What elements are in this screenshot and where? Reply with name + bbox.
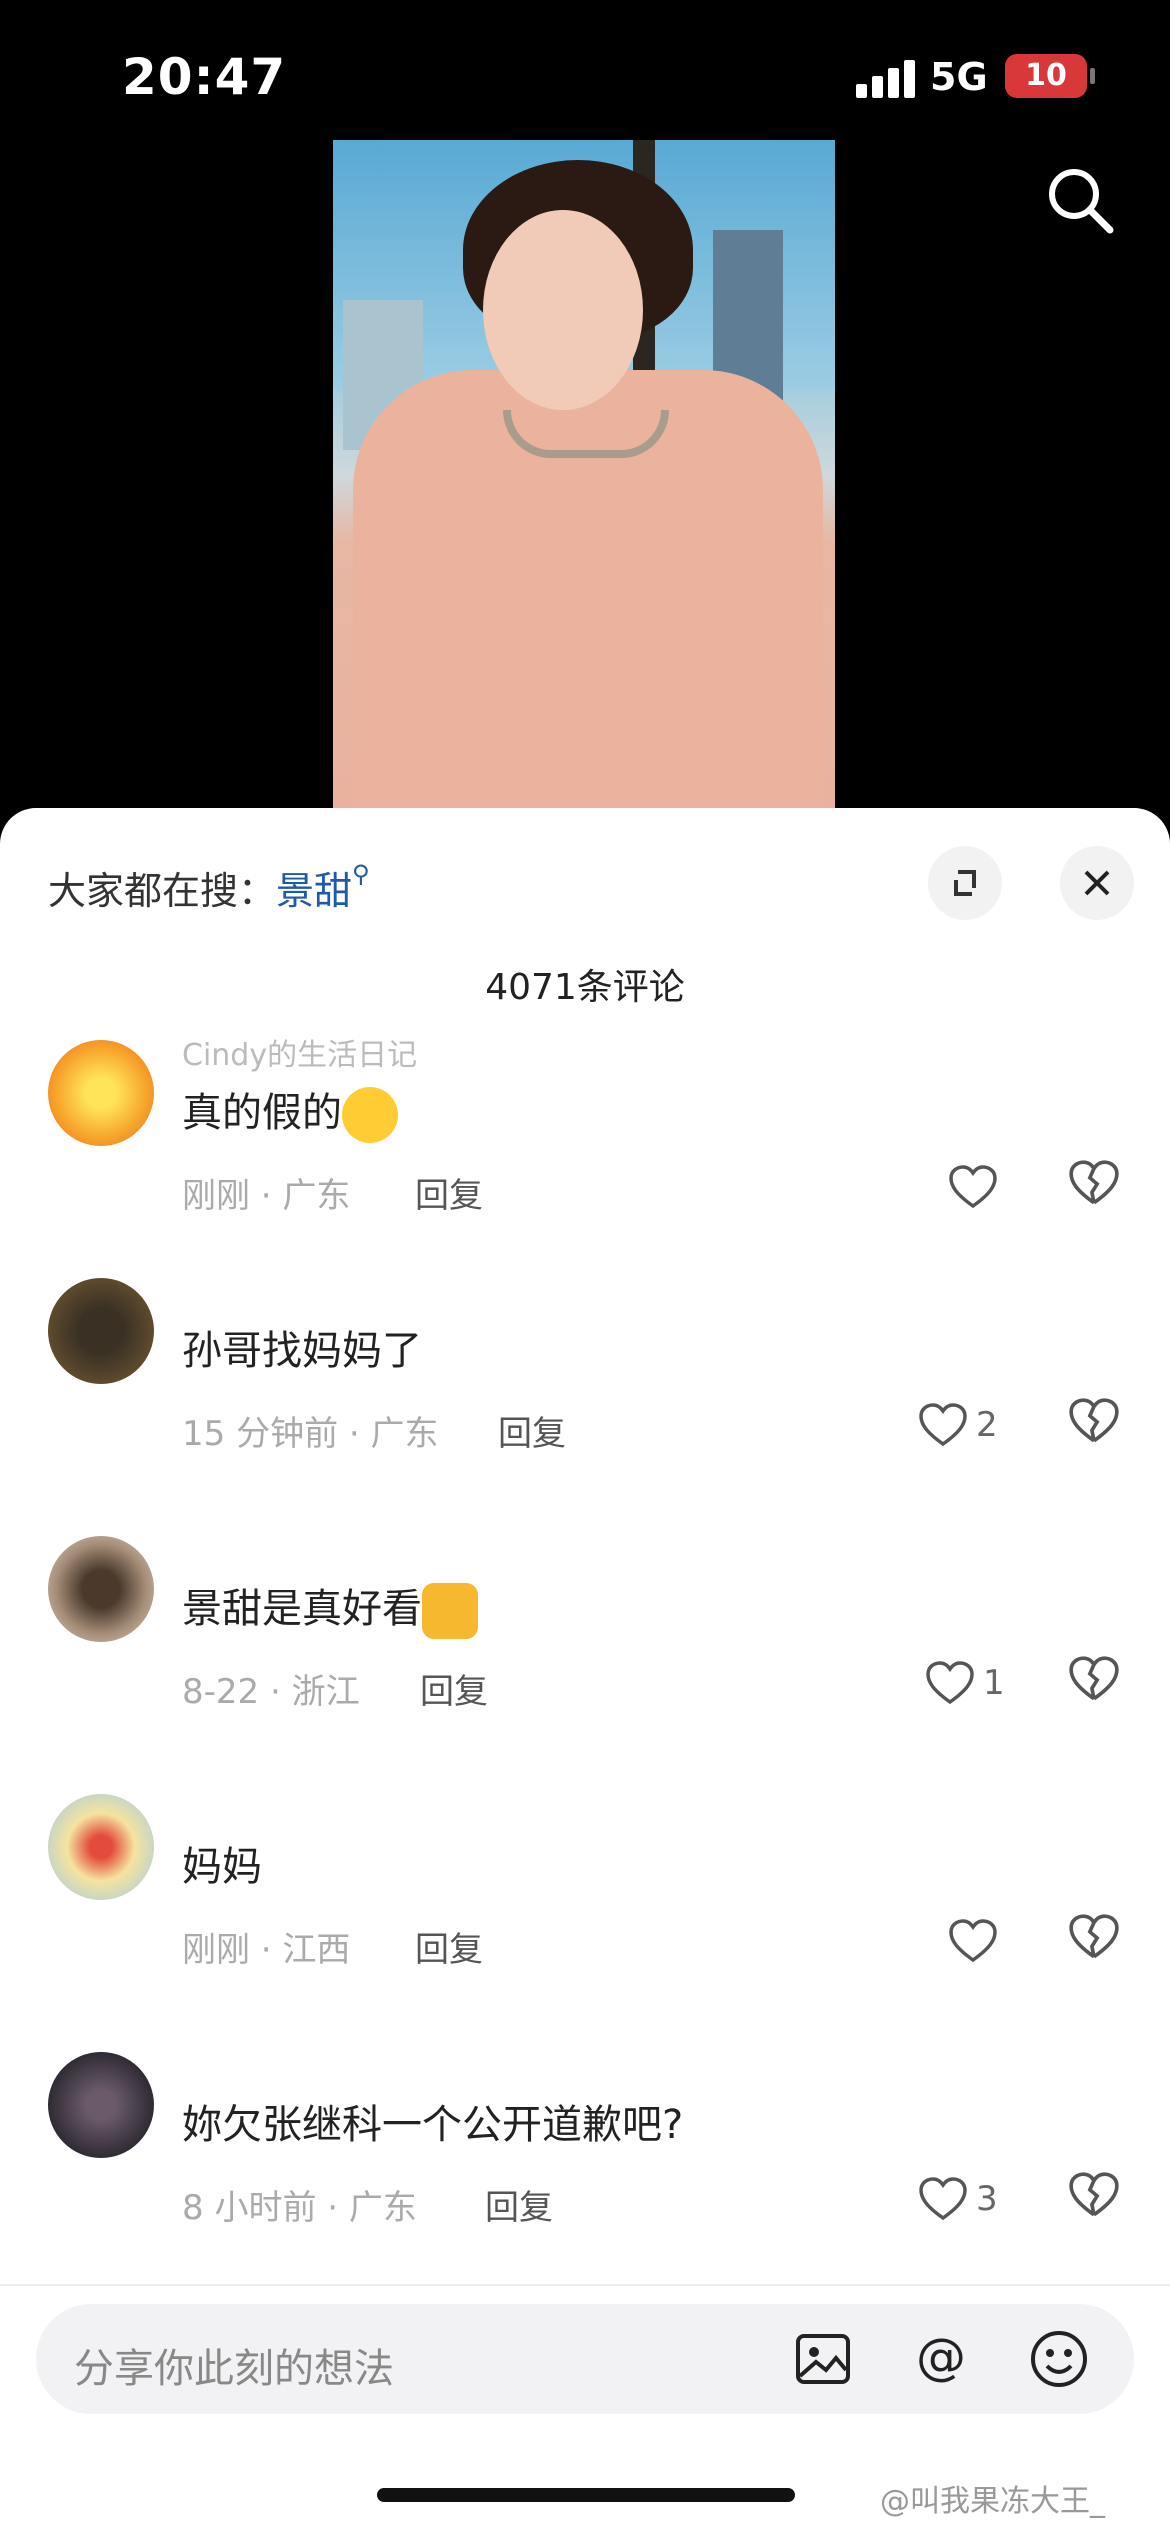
like-button[interactable]: 2 [918, 1390, 998, 1460]
comment-item: 孙哥找妈妈了 15 分钟前 · 广东 回复 2 [0, 1278, 1170, 1508]
dislike-button[interactable] [1068, 1158, 1120, 1208]
comment-author[interactable]: Cindy的生活日记 [182, 1030, 417, 1074]
comment-count: 4071条评论 [485, 967, 685, 1008]
avatar[interactable] [48, 1278, 154, 1384]
comment-text: 真的假的 [182, 1080, 398, 1143]
dislike-button[interactable] [1068, 2170, 1120, 2220]
divider [0, 2284, 1170, 2286]
comment-text: 妳欠张继科一个公开道歉吧? [182, 2102, 684, 2148]
comment-input-placeholder: 分享你此刻的想法 [74, 2346, 394, 2392]
trending-keyword[interactable]: 景甜 [276, 869, 352, 913]
dislike-button[interactable] [1068, 1396, 1120, 1446]
comment-text-content: 真的假的 [182, 1090, 342, 1136]
reply-button[interactable]: 回复 [415, 1168, 483, 1217]
comment-sheet: 大家都在搜：景甜⚲ 4071条评论 Cindy的生活日记 真的假的 刚刚 · 广… [0, 808, 1170, 2532]
like-button[interactable]: 3 [918, 2164, 998, 2234]
at-icon[interactable]: @ [910, 2328, 972, 2390]
home-indicator[interactable] [377, 2488, 795, 2502]
comment-text: 景甜是真好看 [182, 1576, 478, 1639]
crying-laughing-emoji-icon [342, 1087, 398, 1143]
comment-item: 景甜是真好看 8-22 · 浙江 回复 1 [0, 1536, 1170, 1766]
video-player[interactable] [333, 140, 835, 810]
expand-button[interactable] [928, 846, 1002, 920]
broken-heart-icon [1069, 1656, 1119, 1701]
search-icon[interactable] [1040, 160, 1120, 240]
comment-meta: 8 小时前 · 广东 [182, 2188, 417, 2228]
reply-button[interactable]: 回复 [498, 1406, 566, 1455]
comment-input[interactable]: 分享你此刻的想法 @ [36, 2304, 1134, 2414]
comment-meta: 8-22 · 浙江 [182, 1672, 360, 1712]
heart-icon [926, 1661, 974, 1705]
comment-item: Cindy的生活日记 真的假的 刚刚 · 广东 回复 [0, 1038, 1170, 1270]
small-search-icon: ⚲ [352, 860, 370, 888]
like-count: 2 [976, 1405, 998, 1445]
expand-icon [954, 870, 976, 896]
emoji-icon[interactable] [1028, 2328, 1090, 2390]
heart-icon [949, 1165, 997, 1209]
avatar[interactable] [48, 2052, 154, 2158]
like-button[interactable] [948, 1906, 998, 1976]
comment-text-content: 景甜是真好看 [182, 1586, 422, 1632]
heart-icon [919, 2177, 967, 2221]
watermark: @叫我果冻大王_ [880, 2484, 1105, 2519]
broken-heart-icon [1069, 2172, 1119, 2217]
close-icon [1084, 870, 1110, 896]
reply-button[interactable]: 回复 [420, 1664, 488, 1713]
trending-prefix: 大家都在搜： [48, 869, 277, 913]
svg-text:@: @ [916, 2328, 966, 2386]
comment-text: 孙哥找妈妈了 [182, 1328, 422, 1374]
dislike-button[interactable] [1068, 1912, 1120, 1962]
dislike-button[interactable] [1068, 1654, 1120, 1704]
video-necklace [503, 410, 669, 458]
battery-icon: 10 [1005, 54, 1087, 98]
reply-button[interactable]: 回复 [485, 2180, 553, 2229]
broken-heart-icon [1069, 1914, 1119, 1959]
heart-icon [919, 1403, 967, 1447]
avatar[interactable] [48, 1794, 154, 1900]
video-person-face [483, 210, 643, 410]
network-type: 5G [930, 55, 988, 99]
avatar[interactable] [48, 1040, 154, 1146]
like-button[interactable] [948, 1152, 998, 1222]
heart-icon [949, 1919, 997, 1963]
comment-meta: 刚刚 · 江西 [182, 1930, 351, 1970]
broken-heart-icon [1069, 1398, 1119, 1443]
signal-icon [856, 58, 916, 98]
trending-search[interactable]: 大家都在搜：景甜⚲ [48, 860, 370, 915]
close-button[interactable] [1060, 846, 1134, 920]
comment-item: 妳欠张继科一个公开道歉吧? 8 小时前 · 广东 回复 3 [0, 2052, 1170, 2282]
like-count: 1 [983, 1663, 1005, 1703]
avatar[interactable] [48, 1536, 154, 1642]
comment-meta: 15 分钟前 · 广东 [182, 1414, 439, 1454]
comment-item: 妈妈 刚刚 · 江西 回复 [0, 1794, 1170, 2024]
comment-text: 妈妈 [182, 1844, 262, 1890]
comment-meta: 刚刚 · 广东 [182, 1176, 351, 1216]
reply-button[interactable]: 回复 [415, 1922, 483, 1971]
status-bar: 20:47 5G 10 [0, 0, 1170, 140]
battery-tip [1090, 68, 1095, 84]
like-button[interactable]: 1 [925, 1648, 1005, 1718]
thumbs-up-emoji-icon [422, 1583, 478, 1639]
like-count: 3 [976, 2179, 998, 2219]
status-time: 20:47 [122, 48, 287, 106]
broken-heart-icon [1069, 1160, 1119, 1205]
image-icon[interactable] [792, 2328, 854, 2390]
